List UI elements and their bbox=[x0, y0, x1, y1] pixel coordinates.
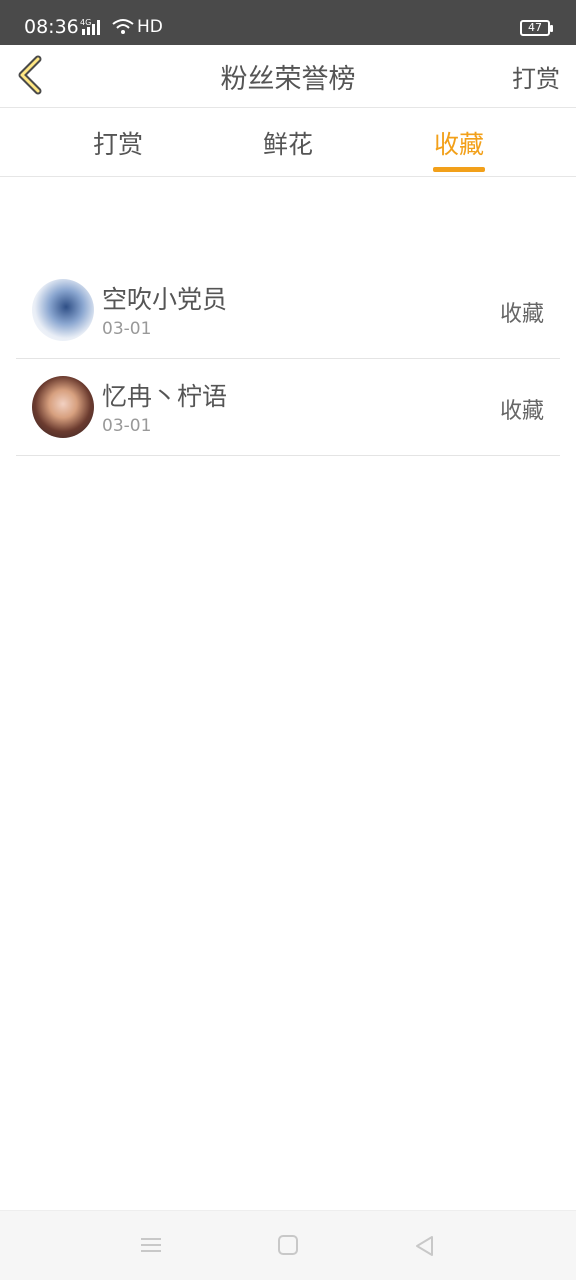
active-tab-indicator bbox=[433, 167, 485, 172]
fan-list: 空吹小党员 03-01 收藏 忆冉丶柠语 03-01 收藏 bbox=[16, 262, 560, 456]
home-icon[interactable] bbox=[278, 1235, 298, 1259]
status-time: 08:36 bbox=[24, 16, 79, 38]
tab-reward[interactable]: 打赏 bbox=[58, 125, 178, 161]
user-name: 忆冉丶柠语 bbox=[102, 382, 228, 411]
hd-indicator: HD bbox=[137, 17, 163, 37]
signal-icon: 4G bbox=[80, 17, 106, 41]
item-action-label: 收藏 bbox=[499, 399, 544, 424]
battery-icon: 47 bbox=[520, 20, 553, 36]
reward-button[interactable]: 打赏 bbox=[512, 59, 560, 94]
svg-text:4G: 4G bbox=[80, 18, 91, 27]
item-date: 03-01 bbox=[102, 416, 152, 436]
back-triangle-icon[interactable] bbox=[414, 1235, 434, 1261]
system-nav-bar bbox=[0, 1210, 576, 1280]
wifi-icon bbox=[112, 18, 134, 40]
tab-favorites[interactable]: 收藏 bbox=[399, 125, 519, 161]
page-title: 粉丝荣誉榜 bbox=[220, 64, 356, 95]
user-name: 空吹小党员 bbox=[102, 285, 228, 314]
item-date: 03-01 bbox=[102, 319, 152, 339]
list-item[interactable]: 空吹小党员 03-01 收藏 bbox=[16, 262, 560, 359]
tab-bar: 打赏 鲜花 收藏 bbox=[0, 109, 576, 177]
tab-flowers[interactable]: 鲜花 bbox=[228, 125, 348, 161]
avatar[interactable] bbox=[32, 376, 94, 438]
header: 粉丝荣誉榜 打赏 bbox=[0, 45, 576, 108]
item-action-label: 收藏 bbox=[499, 302, 544, 327]
menu-icon[interactable] bbox=[140, 1235, 162, 1259]
list-item[interactable]: 忆冉丶柠语 03-01 收藏 bbox=[16, 359, 560, 456]
status-bar: 08:36 4G HD 47 bbox=[0, 0, 576, 45]
avatar[interactable] bbox=[32, 279, 94, 341]
